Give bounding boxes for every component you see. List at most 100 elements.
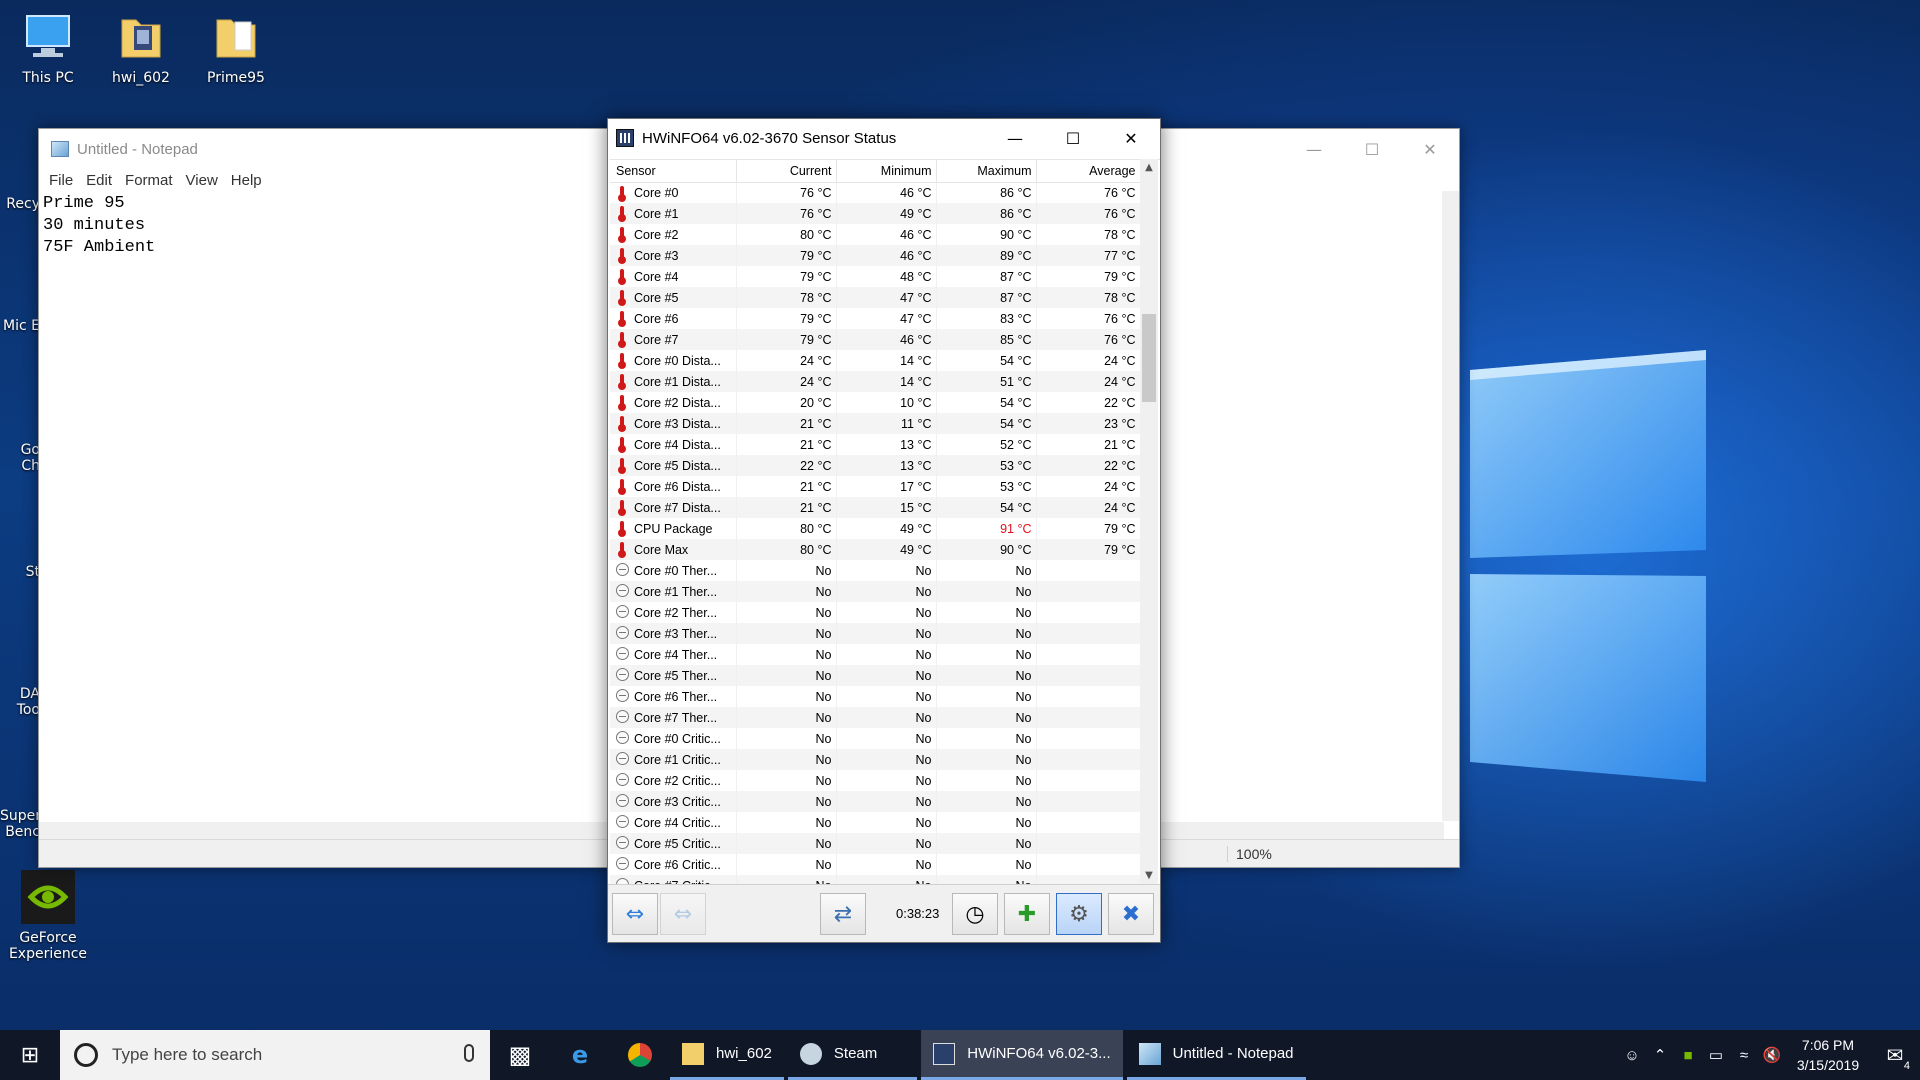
clock[interactable]: 7:06 PM 3/15/2019: [1786, 1035, 1870, 1075]
scroll-down-icon[interactable]: ▼: [1140, 867, 1158, 885]
windows-icon: ⊞: [20, 1042, 40, 1068]
column-header-sensor[interactable]: Sensor: [610, 160, 737, 183]
reset-clock-button[interactable]: ◷: [952, 893, 998, 935]
desktop-icon-partial[interactable]: Go Ch: [0, 442, 40, 474]
sensor-row[interactable]: Core #1 Critic... No No No: [610, 749, 1141, 770]
sensor-row[interactable]: Core #6 Ther... No No No: [610, 686, 1141, 707]
desktop-icon-this-pc[interactable]: This PC: [0, 10, 96, 86]
sensor-row[interactable]: Core #6 Critic... No No No: [610, 854, 1141, 875]
sensor-row[interactable]: Core #4 79 °C 48 °C 87 °C 79 °C: [610, 266, 1141, 287]
sensor-row[interactable]: Core #4 Dista... 21 °C 13 °C 52 °C 21 °C: [610, 434, 1141, 455]
desktop-icon-partial[interactable]: Recy: [0, 196, 40, 212]
navigate-button[interactable]: ⇔: [612, 893, 658, 935]
sensor-row[interactable]: Core #3 Dista... 21 °C 11 °C 54 °C 23 °C: [610, 413, 1141, 434]
column-header-minimum[interactable]: Minimum: [836, 160, 937, 183]
sensor-row[interactable]: Core #3 Ther... No No No: [610, 623, 1141, 644]
navigate-disabled-button[interactable]: ⇔: [660, 893, 706, 935]
sensor-row[interactable]: Core #7 Ther... No No No: [610, 707, 1141, 728]
menu-edit[interactable]: Edit: [82, 172, 121, 189]
taskbar-app-hwinfo[interactable]: HWiNFO64 v6.02-3...: [921, 1030, 1123, 1080]
logging-button[interactable]: ✚: [1004, 893, 1050, 935]
task-view-button[interactable]: ▩: [490, 1030, 550, 1080]
minimize-button[interactable]: —: [1285, 129, 1343, 169]
sensor-row[interactable]: Core #0 Critic... No No No: [610, 728, 1141, 749]
sensor-row[interactable]: Core #3 Critic... No No No: [610, 791, 1141, 812]
sensor-row[interactable]: Core #2 Ther... No No No: [610, 602, 1141, 623]
sensor-row[interactable]: Core #7 Dista... 21 °C 15 °C 54 °C 24 °C: [610, 497, 1141, 518]
sensor-row[interactable]: Core #2 Critic... No No No: [610, 770, 1141, 791]
start-button[interactable]: ⊞: [0, 1030, 60, 1080]
notepad-vertical-scrollbar[interactable]: [1442, 191, 1459, 821]
volume-muted-icon[interactable]: 🔇: [1758, 1046, 1786, 1064]
sensor-table: Sensor Current Minimum Maximum Average C…: [610, 160, 1141, 885]
sensor-minimum: 13 °C: [836, 455, 937, 476]
sensor-row[interactable]: Core #0 Ther... No No No: [610, 560, 1141, 581]
sensor-row[interactable]: CPU Package 80 °C 49 °C 91 °C 79 °C: [610, 518, 1141, 539]
column-header-average[interactable]: Average: [1036, 160, 1141, 183]
microphone-icon[interactable]: [464, 1044, 474, 1062]
sensor-row[interactable]: Core #4 Critic... No No No: [610, 812, 1141, 833]
action-center-button[interactable]: ✉ 4: [1870, 1043, 1920, 1072]
sensor-table-container[interactable]: Sensor Current Minimum Maximum Average C…: [610, 159, 1160, 885]
sensor-row[interactable]: Core #2 80 °C 46 °C 90 °C 78 °C: [610, 224, 1141, 245]
sensor-row[interactable]: Core #0 76 °C 46 °C 86 °C 76 °C: [610, 182, 1141, 203]
column-header-maximum[interactable]: Maximum: [936, 160, 1037, 183]
sensor-row[interactable]: Core #3 79 °C 46 °C 89 °C 77 °C: [610, 245, 1141, 266]
column-header-current[interactable]: Current: [736, 160, 837, 183]
wifi-icon[interactable]: ≈: [1730, 1047, 1758, 1064]
search-box[interactable]: Type here to search: [60, 1030, 490, 1080]
menu-help[interactable]: Help: [227, 172, 271, 189]
sensor-row[interactable]: Core #6 79 °C 47 °C 83 °C 76 °C: [610, 308, 1141, 329]
chrome-button[interactable]: [610, 1030, 670, 1080]
chrome-icon: [628, 1043, 652, 1067]
nvidia-tray-icon[interactable]: ■: [1674, 1047, 1702, 1064]
desktop-icon-prime95[interactable]: Prime95: [188, 10, 284, 86]
sensor-row[interactable]: Core #7 79 °C 46 °C 85 °C 76 °C: [610, 329, 1141, 350]
sensor-row[interactable]: Core #1 76 °C 49 °C 86 °C 76 °C: [610, 203, 1141, 224]
network-button[interactable]: ⇄: [820, 893, 866, 935]
sensor-row[interactable]: Core #6 Dista... 21 °C 17 °C 53 °C 24 °C: [610, 476, 1141, 497]
sensor-row[interactable]: Core #4 Ther... No No No: [610, 644, 1141, 665]
sensor-row[interactable]: Core #5 Dista... 22 °C 13 °C 53 °C 22 °C: [610, 455, 1141, 476]
chevron-up-icon[interactable]: ⌃: [1646, 1046, 1674, 1064]
close-sensors-button[interactable]: ✖: [1108, 893, 1154, 935]
desktop-icon-geforce-experience[interactable]: GeForce Experience: [0, 870, 96, 962]
settings-button[interactable]: ⚙: [1056, 893, 1102, 935]
desktop-icon-partial[interactable]: Super Benc: [0, 808, 40, 840]
taskbar-app-notepad[interactable]: Untitled - Notepad: [1126, 1030, 1306, 1080]
scroll-up-icon[interactable]: ▲: [1140, 159, 1158, 177]
sensor-minimum: 47 °C: [836, 287, 937, 308]
sensor-row[interactable]: Core #0 Dista... 24 °C 14 °C 54 °C 24 °C: [610, 350, 1141, 371]
sensor-row[interactable]: Core #5 Critic... No No No: [610, 833, 1141, 854]
sensor-row[interactable]: Core #5 Ther... No No No: [610, 665, 1141, 686]
sensor-row[interactable]: Core Max 80 °C 49 °C 90 °C 79 °C: [610, 539, 1141, 560]
close-button[interactable]: ✕: [1102, 119, 1160, 157]
sensor-row[interactable]: Core #1 Ther... No No No: [610, 581, 1141, 602]
people-icon[interactable]: ☺: [1618, 1047, 1646, 1064]
close-icon: ✖: [1121, 901, 1141, 927]
minimize-button[interactable]: —: [986, 119, 1044, 157]
sensor-row[interactable]: Core #5 78 °C 47 °C 87 °C 78 °C: [610, 287, 1141, 308]
edge-button[interactable]: e: [550, 1030, 610, 1080]
taskbar-app-steam[interactable]: Steam: [787, 1030, 918, 1080]
taskbar-app-hwi-602[interactable]: hwi_602: [670, 1030, 784, 1080]
desktop-icon-partial[interactable]: St: [0, 564, 40, 580]
sensor-row[interactable]: Core #1 Dista... 24 °C 14 °C 51 °C 24 °C: [610, 371, 1141, 392]
minimize-icon: —: [1306, 139, 1322, 159]
maximize-button[interactable]: ☐: [1044, 119, 1102, 157]
desktop-icon-hwi-602[interactable]: hwi_602: [93, 10, 189, 86]
desktop-icon-partial[interactable]: Mic E: [0, 318, 40, 334]
desktop-icon-partial[interactable]: DA Too: [0, 686, 40, 718]
close-button[interactable]: ✕: [1401, 129, 1459, 169]
hwinfo-icon: [933, 1042, 956, 1065]
sensor-table-scrollbar[interactable]: ▲ ▼: [1140, 159, 1158, 885]
scrollbar-thumb[interactable]: [1142, 314, 1156, 402]
maximize-button[interactable]: ☐: [1343, 129, 1401, 169]
menu-file[interactable]: File: [45, 172, 82, 189]
notepad-text-area[interactable]: Prime 95 30 minutes 75F Ambient: [43, 193, 155, 259]
hwinfo-window[interactable]: HWiNFO64 v6.02-3670 Sensor Status — ☐ ✕ …: [607, 118, 1161, 943]
battery-icon[interactable]: ▭: [1702, 1046, 1730, 1064]
sensor-row[interactable]: Core #2 Dista... 20 °C 10 °C 54 °C 22 °C: [610, 392, 1141, 413]
menu-view[interactable]: View: [182, 172, 227, 189]
menu-format[interactable]: Format: [121, 172, 182, 189]
